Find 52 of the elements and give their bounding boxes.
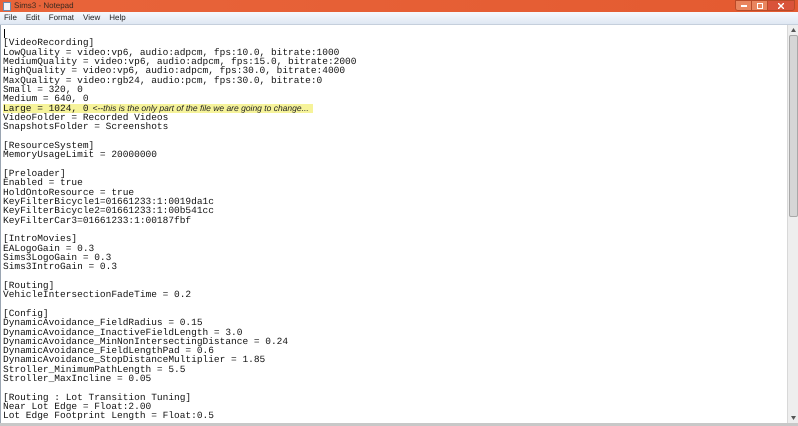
code-line: KeyFilterBicycle1=01661233:1:0019da1c bbox=[3, 196, 214, 206]
code-line: MemoryUsageLimit = 20000000 bbox=[3, 150, 157, 160]
code-line: Stroller_MinimumPathLength = 5.5 bbox=[3, 364, 186, 374]
code-line: Small = 320, 0 bbox=[3, 84, 83, 94]
code-line: Near Lot Edge = Float:2.00 bbox=[3, 402, 152, 412]
code-line: VehicleIntersectionFadeTime = 0.2 bbox=[3, 290, 192, 300]
code-line: [Routing : Lot Transition Tuning] bbox=[3, 392, 192, 402]
code-line: Sims3IntroGain = 0.3 bbox=[3, 262, 118, 272]
code-line: SnapshotsFolder = Screenshots bbox=[3, 122, 168, 132]
code-line: MaxQuality = video:rgb24, audio:pcm, fps:30.0, bitrate:0 bbox=[3, 76, 322, 85]
code-line: VideoFolder = Recorded Videos bbox=[3, 112, 168, 122]
code-line: KeyFilterBicycle2=01661233:1:00b541cc bbox=[3, 206, 214, 216]
code-line: HoldOntoResource = true bbox=[3, 188, 134, 197]
scrollbar[interactable] bbox=[787, 25, 798, 423]
code-line: EALogoGain = 0.3 bbox=[3, 244, 94, 253]
menu-item[interactable]: Format bbox=[48, 13, 74, 23]
annotation-note: <--this is the only part of the file we are going to change... bbox=[88, 104, 313, 113]
code-line: Medium = 640, 0 bbox=[3, 94, 89, 104]
code-line: MediumQuality = video:vp6, audio:adpcm, fps:15.0, bitrate:2000 bbox=[3, 56, 356, 66]
code-line: LowQuality = video:vp6, audio:adpcm, fps:10.0, bitrate:1000 bbox=[3, 48, 340, 57]
code-line: DynamicAvoidance_FieldRadius = 0.15 bbox=[3, 318, 203, 328]
maximize-button[interactable] bbox=[752, 0, 767, 11]
code-line: [ResourceSystem] bbox=[3, 140, 94, 150]
notepad-icon bbox=[3, 2, 11, 10]
menu-item[interactable]: File bbox=[4, 13, 17, 23]
code-line: DynamicAvoidance_StopDistanceMultiplier = 1.85 bbox=[3, 355, 266, 365]
code-line: [IntroMovies] bbox=[3, 234, 78, 244]
scroll-up-icon[interactable] bbox=[790, 28, 796, 32]
minimize-icon bbox=[740, 4, 746, 6]
code-line: HighQuality = video:vp6, audio:adpcm, fps:30.0, bitrate:4000 bbox=[3, 66, 346, 76]
menu-item[interactable]: View bbox=[83, 13, 100, 23]
code-line: Enabled = true bbox=[3, 178, 83, 188]
close-button[interactable] bbox=[767, 0, 795, 11]
code-line: [Routing] bbox=[3, 280, 54, 290]
scroll-thumb[interactable] bbox=[788, 35, 798, 217]
code-line: [Preloader] bbox=[3, 168, 66, 178]
code-line: [VideoRecording] bbox=[3, 38, 94, 48]
maximize-icon bbox=[756, 2, 762, 8]
scroll-down-icon[interactable] bbox=[790, 416, 796, 420]
minimize-button[interactable] bbox=[735, 0, 752, 11]
menu-item[interactable]: Help bbox=[109, 13, 126, 23]
close-icon bbox=[778, 2, 784, 8]
code-line: DynamicAvoidance_FieldLengthPad = 0.6 bbox=[3, 346, 214, 356]
code-line: Lot Edge Footprint Length = Float:0.5 bbox=[3, 411, 214, 421]
code-line: Stroller_MaxIncline = 0.05 bbox=[3, 374, 152, 384]
code-line: DynamicAvoidance_MinNonIntersectingDistance = 0.24 bbox=[3, 336, 288, 346]
menu-item[interactable]: Edit bbox=[26, 13, 40, 23]
code-line: [Config] bbox=[3, 308, 49, 318]
code-line: Sims3LogoGain = 0.3 bbox=[3, 252, 112, 262]
code-line: KeyFilterCar3=01661233:1:00187fbf bbox=[3, 216, 192, 225]
code-line: DynamicAvoidance_InactiveFieldLength = 3.0 bbox=[3, 328, 242, 337]
window-title: Sims3 - Notepad bbox=[14, 1, 74, 11]
